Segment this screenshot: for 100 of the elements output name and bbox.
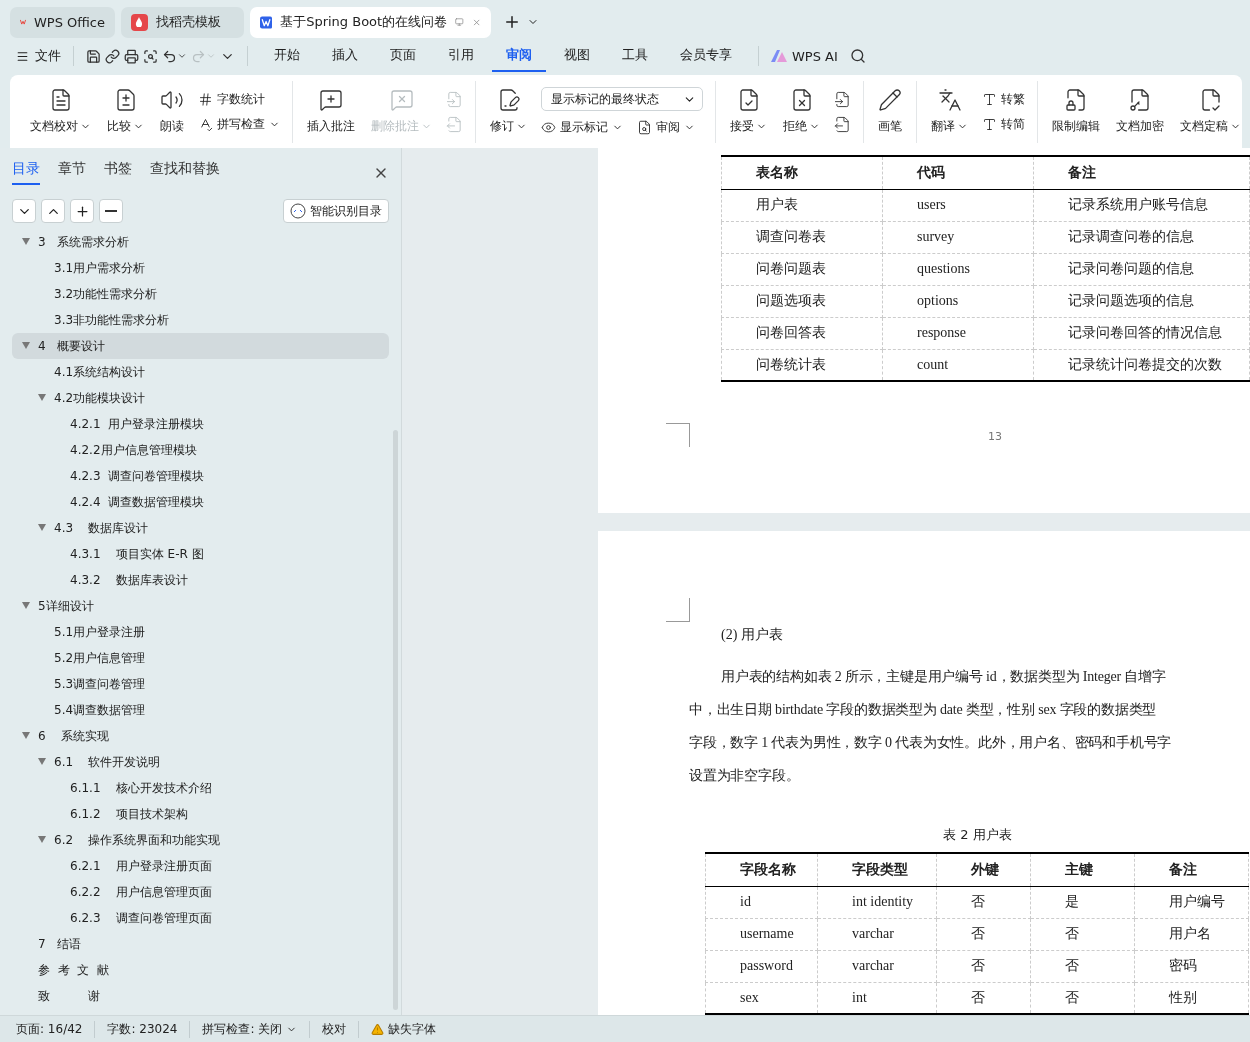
table-cell: sex bbox=[705, 982, 818, 1014]
outline-item[interactable]: 5详细设计 bbox=[12, 593, 389, 619]
status-item[interactable]: 页面: 16/42 bbox=[16, 1020, 96, 1038]
column-header: 表名称 bbox=[721, 156, 883, 189]
panel-tab[interactable]: 书签 bbox=[104, 160, 132, 185]
ribbon-button[interactable]: 翻译 bbox=[925, 86, 974, 137]
outline-item[interactable]: 4.2.4 调查数据管理模块 bbox=[12, 489, 389, 515]
table-cell: users bbox=[882, 189, 1034, 221]
column-header: 外键 bbox=[936, 853, 1031, 886]
ribbon-button[interactable]: 文档校对 bbox=[24, 86, 97, 137]
ribbon-button[interactable]: 审阅 bbox=[637, 119, 695, 136]
menu-tab[interactable]: 插入 bbox=[318, 40, 372, 72]
ribbon-button[interactable]: 显示标记 bbox=[541, 119, 623, 136]
ribbon-button[interactable]: 比较 bbox=[101, 86, 150, 137]
ribbon-button[interactable]: 限制编辑 bbox=[1046, 86, 1106, 137]
paragraph-line: 中，出生日期 birthdate 字段的数据类型为 date 类型，性别 sex 字段的数据类型 bbox=[689, 701, 1158, 719]
paragraph-line: 设置为非空字段。 bbox=[689, 767, 801, 785]
status-item[interactable]: 字数: 23024 bbox=[95, 1020, 191, 1038]
table-cell: survey bbox=[882, 221, 1034, 253]
status-item[interactable]: 拼写检查: 关闭 bbox=[190, 1020, 311, 1038]
window-tab[interactable]: WPS Office bbox=[10, 6, 115, 38]
panel-tab[interactable]: 章节 bbox=[58, 160, 86, 185]
table-cell: questions bbox=[882, 253, 1034, 285]
outline-item[interactable]: 3.1用户需求分析 bbox=[12, 255, 389, 281]
menu-tab[interactable]: 会员专享 bbox=[666, 40, 746, 72]
outline-item[interactable]: 6.2 操作系统界面和功能实现 bbox=[12, 827, 389, 853]
ribbon-button[interactable]: 插入批注 bbox=[301, 86, 361, 137]
table-cell: 密码 bbox=[1134, 950, 1249, 982]
outline-item[interactable]: 5.1用户登录注册 bbox=[12, 619, 389, 645]
outline-item[interactable]: 4.2功能模块设计 bbox=[12, 385, 389, 411]
outline-item[interactable]: 3.2功能性需求分析 bbox=[12, 281, 389, 307]
file-menu[interactable]: 文件 bbox=[16, 47, 61, 65]
outline-item[interactable]: 4.3 数据库设计 bbox=[12, 515, 389, 541]
outline-item[interactable]: 4.2.1 用户登录注册模块 bbox=[12, 411, 389, 437]
ribbon-button[interactable]: 画笔 bbox=[872, 86, 908, 137]
outline-item[interactable]: 5.4调查数据管理 bbox=[12, 697, 389, 723]
ribbon-button[interactable]: 拼写检查 bbox=[198, 115, 280, 133]
window-tab[interactable]: 基于Spring Boot的在线问卷 bbox=[250, 6, 491, 38]
markup-select[interactable]: 显示标记的最终状态 bbox=[541, 87, 703, 111]
table-cell: 问卷回答表 bbox=[721, 317, 883, 349]
table-cell: 记录问卷回答的情况信息 bbox=[1033, 317, 1250, 349]
status-item[interactable]: 缺失字体 bbox=[359, 1020, 449, 1038]
table-cell: 否 bbox=[1030, 918, 1135, 950]
status-item[interactable]: 校对 bbox=[310, 1020, 360, 1038]
panel-tab[interactable]: 查找和替换 bbox=[150, 160, 220, 185]
outline-item[interactable]: 5.3调查问卷管理 bbox=[12, 671, 389, 697]
outline-item[interactable]: 6 系统实现 bbox=[12, 723, 389, 749]
ribbon-button[interactable]: 文档加密 bbox=[1110, 86, 1170, 137]
column-header: 字段类型 bbox=[817, 853, 937, 886]
ribbon-button[interactable]: 转简 bbox=[982, 115, 1025, 133]
table-cell: 否 bbox=[936, 950, 1031, 982]
outline-item[interactable]: 4.2.2用户信息管理模块 bbox=[12, 437, 389, 463]
table-cell: 是 bbox=[1030, 886, 1135, 918]
menu-tab[interactable]: 视图 bbox=[550, 40, 604, 72]
table-cell: int identity bbox=[817, 886, 937, 918]
ribbon-button[interactable]: 接受 bbox=[724, 86, 773, 137]
outline-item[interactable]: 4.3.2 数据库表设计 bbox=[12, 567, 389, 593]
outline-item[interactable]: 6.1.2 项目技术架构 bbox=[12, 801, 389, 827]
column-header: 备注 bbox=[1134, 853, 1249, 886]
outline-item[interactable]: 6.2.3 调查问卷管理页面 bbox=[12, 905, 389, 931]
menu-tab[interactable]: 工具 bbox=[608, 40, 662, 72]
outline-item[interactable]: 3 系统需求分析 bbox=[12, 229, 389, 255]
outline-item[interactable]: 7 结语 bbox=[12, 931, 389, 957]
window-tab[interactable]: 找稻壳模板 bbox=[121, 6, 244, 38]
column-header: 字段名称 bbox=[705, 853, 818, 886]
outline-item[interactable]: 4.2.3 调查问卷管理模块 bbox=[12, 463, 389, 489]
table-cell: 否 bbox=[1030, 950, 1135, 982]
outline-item[interactable]: 6.2.1 用户登录注册页面 bbox=[12, 853, 389, 879]
table-cell: varchar bbox=[817, 918, 937, 950]
section-heading: (2) 用户表 bbox=[720, 626, 784, 644]
table-cell: 否 bbox=[936, 886, 1031, 918]
outline-item[interactable]: 3.3非功能性需求分析 bbox=[12, 307, 389, 333]
outline-item[interactable]: 参 考 文 献 bbox=[12, 957, 389, 983]
ribbon-button[interactable]: 修订 bbox=[484, 86, 533, 137]
ribbon-button[interactable]: 朗读 bbox=[154, 86, 190, 137]
menu-tab[interactable]: 引用 bbox=[434, 40, 488, 72]
outline-item[interactable]: 6.1 软件开发说明 bbox=[12, 749, 389, 775]
table-cell: varchar bbox=[817, 950, 937, 982]
outline-item[interactable]: 4.1系统结构设计 bbox=[12, 359, 389, 385]
outline-item[interactable]: 致 谢 bbox=[12, 983, 389, 1009]
menu-tab[interactable]: 开始 bbox=[260, 40, 314, 72]
outline-item[interactable]: 6.2.2 用户信息管理页面 bbox=[12, 879, 389, 905]
outline-item[interactable]: 4.3.1 项目实体 E-R 图 bbox=[12, 541, 389, 567]
table-cell: username bbox=[705, 918, 818, 950]
menu-tab[interactable]: 审阅 bbox=[492, 40, 546, 72]
table-cell: 用户名 bbox=[1134, 918, 1249, 950]
smart-toc-button[interactable]: 智能识别目录 bbox=[283, 199, 389, 223]
table-cell: 问题选项表 bbox=[721, 285, 883, 317]
ai-button[interactable]: WPS AI bbox=[771, 48, 838, 64]
column-header: 备注 bbox=[1033, 156, 1250, 189]
outline-item[interactable]: 5.2用户信息管理 bbox=[12, 645, 389, 671]
ribbon-button[interactable]: 文档定稿 bbox=[1174, 86, 1247, 137]
menu-tab[interactable]: 页面 bbox=[376, 40, 430, 72]
ribbon-button[interactable]: 转繁 bbox=[982, 90, 1025, 108]
paragraph-line: 字段，数字 1 代表为男性，数字 0 代表为女性。此外，用户名、密码和手机号字 bbox=[689, 734, 1173, 752]
outline-item[interactable]: 4 概要设计 bbox=[12, 333, 389, 359]
panel-tab[interactable]: 目录 bbox=[12, 160, 40, 185]
ribbon-button[interactable]: 拒绝 bbox=[777, 86, 826, 137]
outline-item[interactable]: 6.1.1 核心开发技术介绍 bbox=[12, 775, 389, 801]
ribbon-button[interactable]: 字数统计 bbox=[198, 90, 280, 108]
